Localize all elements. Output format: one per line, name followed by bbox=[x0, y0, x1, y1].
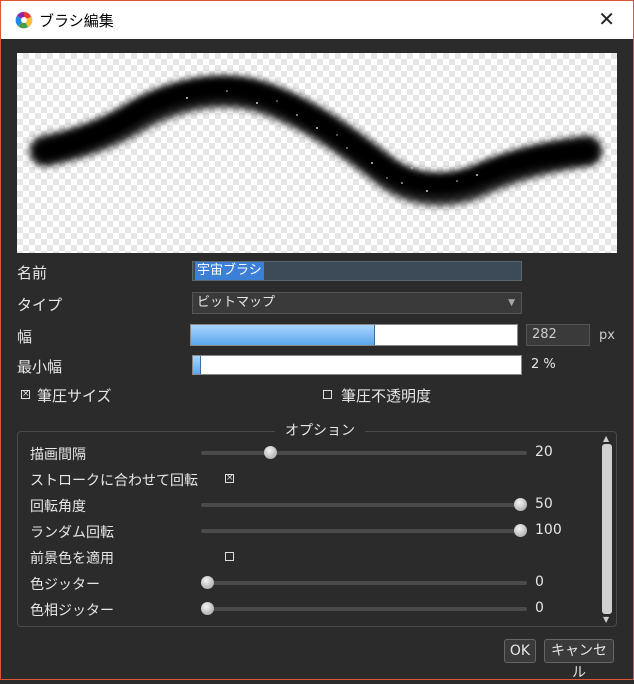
window-title: ブラシ編集 bbox=[39, 12, 114, 30]
pressure-size-checkbox[interactable]: × bbox=[21, 390, 30, 399]
type-select[interactable]: ビットマップ ▼ bbox=[192, 292, 522, 314]
brush-stroke-preview bbox=[30, 77, 602, 206]
chevron-down-icon: ▼ bbox=[508, 298, 515, 308]
width-value: 282 bbox=[532, 327, 557, 342]
option-label: ランダム回転 bbox=[30, 525, 114, 541]
option-value: 0 bbox=[535, 574, 544, 590]
brush-preview bbox=[17, 53, 617, 253]
name-input-value: 宇宙ブラシ bbox=[195, 262, 264, 280]
min-width-label: 最小幅 bbox=[17, 358, 63, 376]
pressure-size-label: 筆圧サイズ bbox=[37, 387, 112, 405]
slider-knob[interactable] bbox=[201, 602, 214, 615]
slider-knob[interactable] bbox=[514, 498, 527, 511]
option-label: 色相ジッター bbox=[30, 603, 114, 619]
min-width-slider-fill bbox=[193, 356, 201, 374]
slider-knob[interactable] bbox=[263, 446, 277, 459]
width-unit: px bbox=[599, 328, 615, 343]
width-slider-fill bbox=[191, 325, 375, 345]
option-slider[interactable] bbox=[201, 498, 527, 511]
type-label: タイプ bbox=[17, 296, 63, 314]
slider-knob[interactable] bbox=[201, 576, 214, 589]
cancel-button[interactable]: キャンセル bbox=[544, 639, 614, 681]
width-value-field[interactable]: 282 bbox=[526, 324, 590, 346]
option-value: 100 bbox=[535, 522, 562, 538]
option-value: 0 bbox=[535, 600, 544, 616]
width-slider[interactable] bbox=[190, 324, 518, 346]
min-width-value: 2 % bbox=[531, 357, 556, 372]
option-checkbox[interactable] bbox=[225, 552, 234, 561]
title-bar: ブラシ編集 ✕ bbox=[1, 1, 633, 39]
option-label: 色ジッター bbox=[30, 577, 100, 593]
option-label: 回転角度 bbox=[30, 499, 86, 515]
options-group-title: オプション bbox=[275, 420, 365, 440]
option-slider[interactable] bbox=[201, 446, 527, 459]
type-select-value: ビットマップ bbox=[197, 295, 276, 310]
width-label: 幅 bbox=[17, 328, 33, 346]
ok-button[interactable]: OK bbox=[504, 639, 536, 663]
option-label: 描画間隔 bbox=[30, 447, 86, 463]
options-scrollbar[interactable]: ▲ ▼ bbox=[601, 434, 613, 624]
scroll-up-icon[interactable]: ▲ bbox=[603, 434, 609, 443]
option-slider[interactable] bbox=[201, 576, 527, 589]
color-wheel-icon bbox=[15, 11, 33, 29]
close-icon[interactable]: ✕ bbox=[598, 7, 615, 31]
name-input[interactable]: 宇宙ブラシ bbox=[192, 261, 522, 281]
option-slider[interactable] bbox=[201, 524, 527, 537]
scrollbar-thumb[interactable] bbox=[602, 444, 612, 614]
option-value: 20 bbox=[535, 444, 553, 460]
dialog-content: 名前 宇宙ブラシ タイプ ビットマップ ▼ 幅 282 px 最小幅 2 % ×… bbox=[1, 39, 633, 681]
option-label: 前景色を適用 bbox=[30, 551, 114, 567]
name-label: 名前 bbox=[17, 264, 48, 282]
option-checkbox[interactable]: × bbox=[225, 474, 234, 483]
pressure-opacity-label: 筆圧不透明度 bbox=[341, 387, 432, 405]
option-slider[interactable] bbox=[201, 602, 527, 615]
min-width-slider[interactable] bbox=[192, 355, 522, 375]
option-value: 50 bbox=[535, 496, 553, 512]
scroll-down-icon[interactable]: ▼ bbox=[603, 615, 609, 624]
pressure-opacity-checkbox[interactable] bbox=[323, 390, 332, 399]
option-label: ストロークに合わせて回転 bbox=[30, 473, 198, 489]
slider-knob[interactable] bbox=[514, 524, 527, 537]
